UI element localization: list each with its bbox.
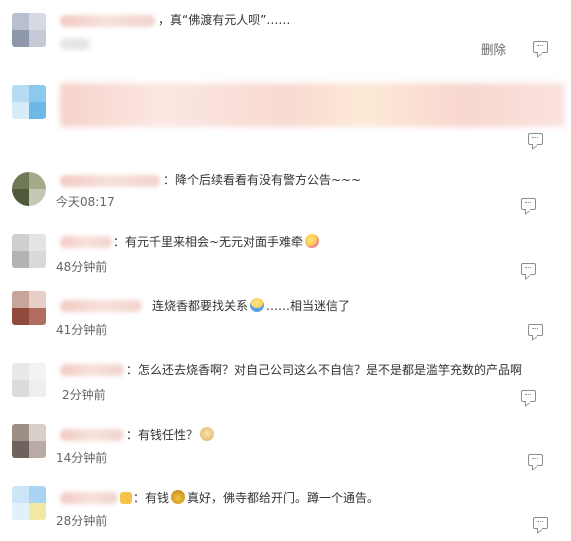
- comment-item: 连烧香都要找关系 ……相当迷信了 41分钟前: [0, 284, 571, 346]
- blurred-username[interactable]: [60, 175, 160, 187]
- blurred-time: [60, 38, 90, 50]
- comment-text-tail: 真好，佛寺都给开门。蹲一个通告。: [187, 491, 380, 505]
- comment-text: ：有钱任性？: [126, 427, 216, 443]
- blurred-username[interactable]: [60, 300, 142, 312]
- reply-icon[interactable]: [528, 133, 543, 145]
- comment-text-body: 连烧香都要找关系: [152, 299, 249, 313]
- comment-item: [0, 75, 571, 160]
- blurred-username[interactable]: [60, 429, 124, 441]
- comment-text-body: ：有元千里来相会~无元对面手难牵: [113, 235, 304, 249]
- reply-icon[interactable]: [528, 324, 543, 336]
- reply-icon[interactable]: [528, 454, 543, 466]
- avatar[interactable]: [12, 291, 46, 325]
- smirk-emoji: [305, 234, 320, 248]
- doge-emoji: [200, 427, 215, 441]
- reply-icon[interactable]: [533, 517, 548, 529]
- comment-time: 今天08:17: [56, 195, 115, 209]
- comment-text: ：有元千里来相会~无元对面手难牵: [113, 234, 321, 250]
- comment-time: 14分钟前: [56, 451, 108, 465]
- comment-text: ，真“佛渡有元人呗”……: [158, 13, 291, 27]
- avatar[interactable]: [12, 424, 46, 458]
- comment-text: 连烧香都要找关系 ……相当迷信了: [152, 298, 350, 314]
- reply-icon[interactable]: [533, 41, 548, 53]
- comment-text: ：怎么还去烧香啊？对自己公司这么不自信？是不是都是滥竽充数的产品啊: [126, 363, 523, 377]
- blurred-username[interactable]: [60, 15, 155, 27]
- delete-button[interactable]: 删除: [481, 39, 506, 58]
- blurred-username[interactable]: [60, 364, 124, 376]
- avatar[interactable]: [12, 486, 46, 520]
- reply-icon[interactable]: [521, 263, 536, 275]
- avatar[interactable]: [12, 85, 46, 119]
- money-bag-emoji: [171, 490, 186, 504]
- comment-item: ：有钱任性？ 14分钟前: [0, 414, 571, 476]
- comment-text-body: ：有钱任性？: [126, 428, 199, 442]
- avatar[interactable]: [12, 363, 46, 397]
- comment-text-tail: ……相当迷信了: [266, 299, 351, 313]
- comment-item: ，真“佛渡有元人呗”…… 删除: [0, 0, 571, 75]
- blurred-username[interactable]: [60, 236, 112, 248]
- avatar[interactable]: [12, 234, 46, 268]
- comment-item: ：有钱 真好，佛寺都给开门。蹲一个通告。 28分钟前: [0, 476, 571, 541]
- reply-icon[interactable]: [521, 198, 536, 210]
- comment-time: 48分钟前: [56, 260, 108, 274]
- comment-time: 41分钟前: [56, 323, 108, 337]
- reply-icon[interactable]: [521, 390, 536, 402]
- facepalm-emoji: [250, 298, 265, 312]
- comment-text-body: ：有钱: [133, 491, 170, 505]
- blurred-comment-content: [60, 83, 565, 127]
- blurred-username[interactable]: [60, 492, 118, 504]
- comment-item: ：有元千里来相会~无元对面手难牵 48分钟前: [0, 222, 571, 284]
- comment-item: ：降个后续看看有没有警方公告~~~ 今天08:17: [0, 160, 571, 222]
- badge-emoji: [120, 492, 132, 504]
- comment-time: 28分钟前: [56, 514, 108, 528]
- avatar[interactable]: [12, 172, 46, 206]
- comment-text: ：有钱 真好，佛寺都给开门。蹲一个通告。: [120, 490, 379, 506]
- comment-text: ：降个后续看看有没有警方公告~~~: [163, 173, 362, 187]
- avatar[interactable]: [12, 13, 46, 47]
- comment-item: ：怎么还去烧香啊？对自己公司这么不自信？是不是都是滥竽充数的产品啊 2分钟前: [0, 346, 571, 414]
- comment-time: 2分钟前: [62, 388, 106, 402]
